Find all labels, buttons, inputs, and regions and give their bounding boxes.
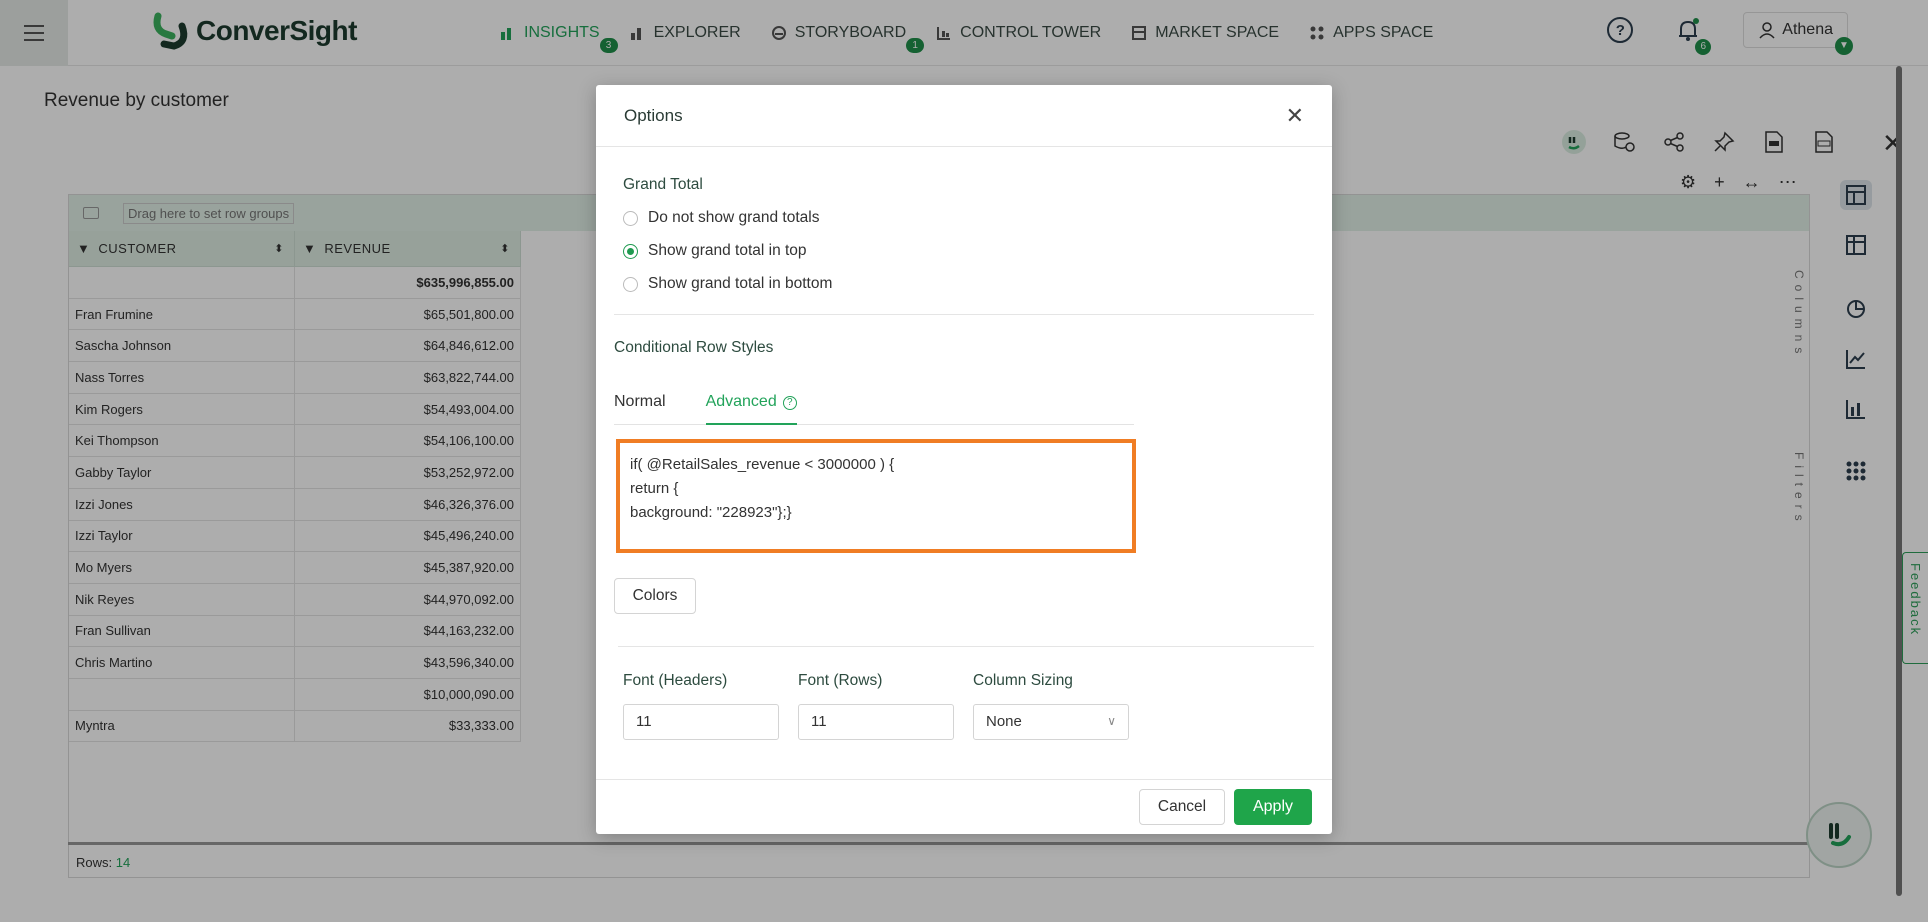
font-headers-label: Font (Headers) xyxy=(623,672,728,689)
radio-label: Show grand total in bottom xyxy=(648,275,833,292)
cancel-button[interactable]: Cancel xyxy=(1139,789,1225,825)
close-icon[interactable]: ✕ xyxy=(1286,103,1304,129)
conditional-row-styles-label: Conditional Row Styles xyxy=(614,339,774,356)
section-divider xyxy=(614,314,1314,315)
section-divider xyxy=(618,646,1314,647)
chevron-down-icon: ∨ xyxy=(1107,714,1116,728)
font-rows-input[interactable]: 11 xyxy=(798,704,954,740)
radio-grand-total-top[interactable]: Show grand total in top xyxy=(623,242,807,260)
help-circle-icon[interactable]: ? xyxy=(782,396,797,410)
radio-no-grand-total[interactable]: Do not show grand totals xyxy=(623,209,819,227)
options-dialog: Options ✕ Grand Total Do not show grand … xyxy=(596,85,1332,834)
dialog-title: Options xyxy=(624,105,683,125)
radio-label: Do not show grand totals xyxy=(648,209,820,226)
font-rows-label: Font (Rows) xyxy=(798,672,883,689)
font-headers-value: 11 xyxy=(636,713,652,730)
style-mode-tabs: Normal Advanced ? xyxy=(614,385,1134,425)
apply-button[interactable]: Apply xyxy=(1234,789,1312,825)
dialog-header: Options ✕ xyxy=(596,85,1332,147)
font-headers-input[interactable]: 11 xyxy=(623,704,779,740)
column-sizing-select[interactable]: None ∨ xyxy=(973,704,1129,740)
radio-grand-total-bottom[interactable]: Show grand total in bottom xyxy=(623,275,832,293)
colors-button[interactable]: Colors xyxy=(614,578,696,614)
radio-unchecked-icon xyxy=(623,210,638,226)
tab-normal[interactable]: Normal xyxy=(614,385,666,425)
tab-advanced[interactable]: Advanced ? xyxy=(705,385,797,425)
column-sizing-label: Column Sizing xyxy=(973,672,1073,689)
column-sizing-value: None xyxy=(986,713,1022,730)
tab-normal-label: Normal xyxy=(614,393,666,410)
font-rows-value: 11 xyxy=(811,713,827,730)
tab-advanced-label: Advanced xyxy=(705,393,777,410)
radio-label: Show grand total in top xyxy=(648,242,807,259)
grand-total-label: Grand Total xyxy=(623,176,703,193)
advanced-style-code-editor[interactable]: if( @RetailSales_revenue < 3000000 ) { r… xyxy=(616,439,1136,553)
radio-checked-icon xyxy=(623,243,638,259)
radio-unchecked-icon xyxy=(623,276,638,292)
